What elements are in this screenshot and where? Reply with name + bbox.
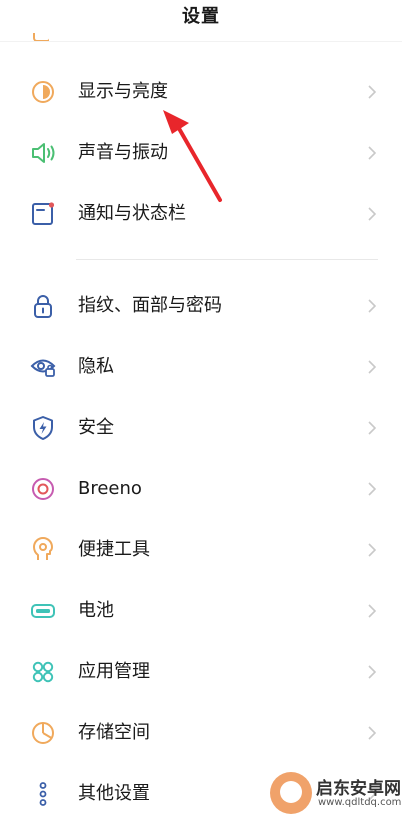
shield-icon [29, 414, 57, 442]
watermark-logo-icon [270, 772, 312, 814]
divider [0, 41, 402, 42]
settings-item-label: 安全 [78, 417, 114, 438]
brightness-icon [29, 78, 57, 106]
storage-pie-icon [29, 719, 57, 747]
chevron-right-icon [366, 603, 378, 619]
settings-item-label: 应用管理 [78, 661, 150, 682]
breeno-icon [29, 475, 57, 503]
settings-item-security[interactable]: 安全 [0, 398, 402, 458]
settings-item-display-brightness[interactable]: 显示与亮度 [0, 62, 402, 122]
watermark-url: www.qdltdq.com [318, 797, 402, 808]
apps-icon [29, 658, 57, 686]
page-title: 设置 [182, 6, 220, 27]
settings-item-fingerprint-face-password[interactable]: 指纹、面部与密码 [0, 276, 402, 336]
watermark: 启东安卓网 www.qdltdq.com [270, 772, 402, 814]
lock-icon [29, 292, 57, 320]
settings-item-storage[interactable]: 存储空间 [0, 703, 402, 763]
top-bar: 设置 [0, 0, 402, 40]
privacy-eye-icon [29, 353, 57, 381]
group-divider [76, 259, 378, 260]
settings-item-label: 通知与状态栏 [78, 203, 186, 224]
settings-item-label: Breeno [78, 478, 142, 499]
chevron-right-icon [366, 145, 378, 161]
settings-item-convenience-tools[interactable]: 便捷工具 [0, 520, 402, 580]
settings-item-label: 显示与亮度 [78, 81, 168, 102]
settings-item-label: 电池 [78, 600, 114, 621]
settings-item-privacy[interactable]: 隐私 [0, 337, 402, 397]
settings-item-label: 其他设置 [78, 783, 150, 804]
settings-item-breeno[interactable]: Breeno [0, 459, 402, 519]
battery-icon [29, 597, 57, 625]
tools-icon [29, 536, 57, 564]
chevron-right-icon [366, 420, 378, 436]
notification-icon [29, 200, 57, 228]
other-settings-icon [29, 780, 57, 808]
settings-item-label: 声音与振动 [78, 142, 168, 163]
chevron-right-icon [366, 542, 378, 558]
partial-setting-icon [33, 33, 49, 41]
settings-item-battery[interactable]: 电池 [0, 581, 402, 641]
settings-item-sound-vibration[interactable]: 声音与振动 [0, 123, 402, 183]
chevron-right-icon [366, 664, 378, 680]
settings-item-label: 指纹、面部与密码 [78, 295, 222, 316]
settings-item-notifications-statusbar[interactable]: 通知与状态栏 [0, 184, 402, 244]
watermark-name: 启东安卓网 [316, 779, 401, 799]
chevron-right-icon [366, 725, 378, 741]
chevron-right-icon [366, 298, 378, 314]
chevron-right-icon [366, 359, 378, 375]
settings-item-label: 便捷工具 [78, 539, 150, 560]
chevron-right-icon [366, 84, 378, 100]
speaker-icon [29, 139, 57, 167]
chevron-right-icon [366, 481, 378, 497]
settings-item-app-management[interactable]: 应用管理 [0, 642, 402, 702]
chevron-right-icon [366, 206, 378, 222]
settings-item-label: 隐私 [78, 356, 114, 377]
settings-item-label: 存储空间 [78, 722, 150, 743]
